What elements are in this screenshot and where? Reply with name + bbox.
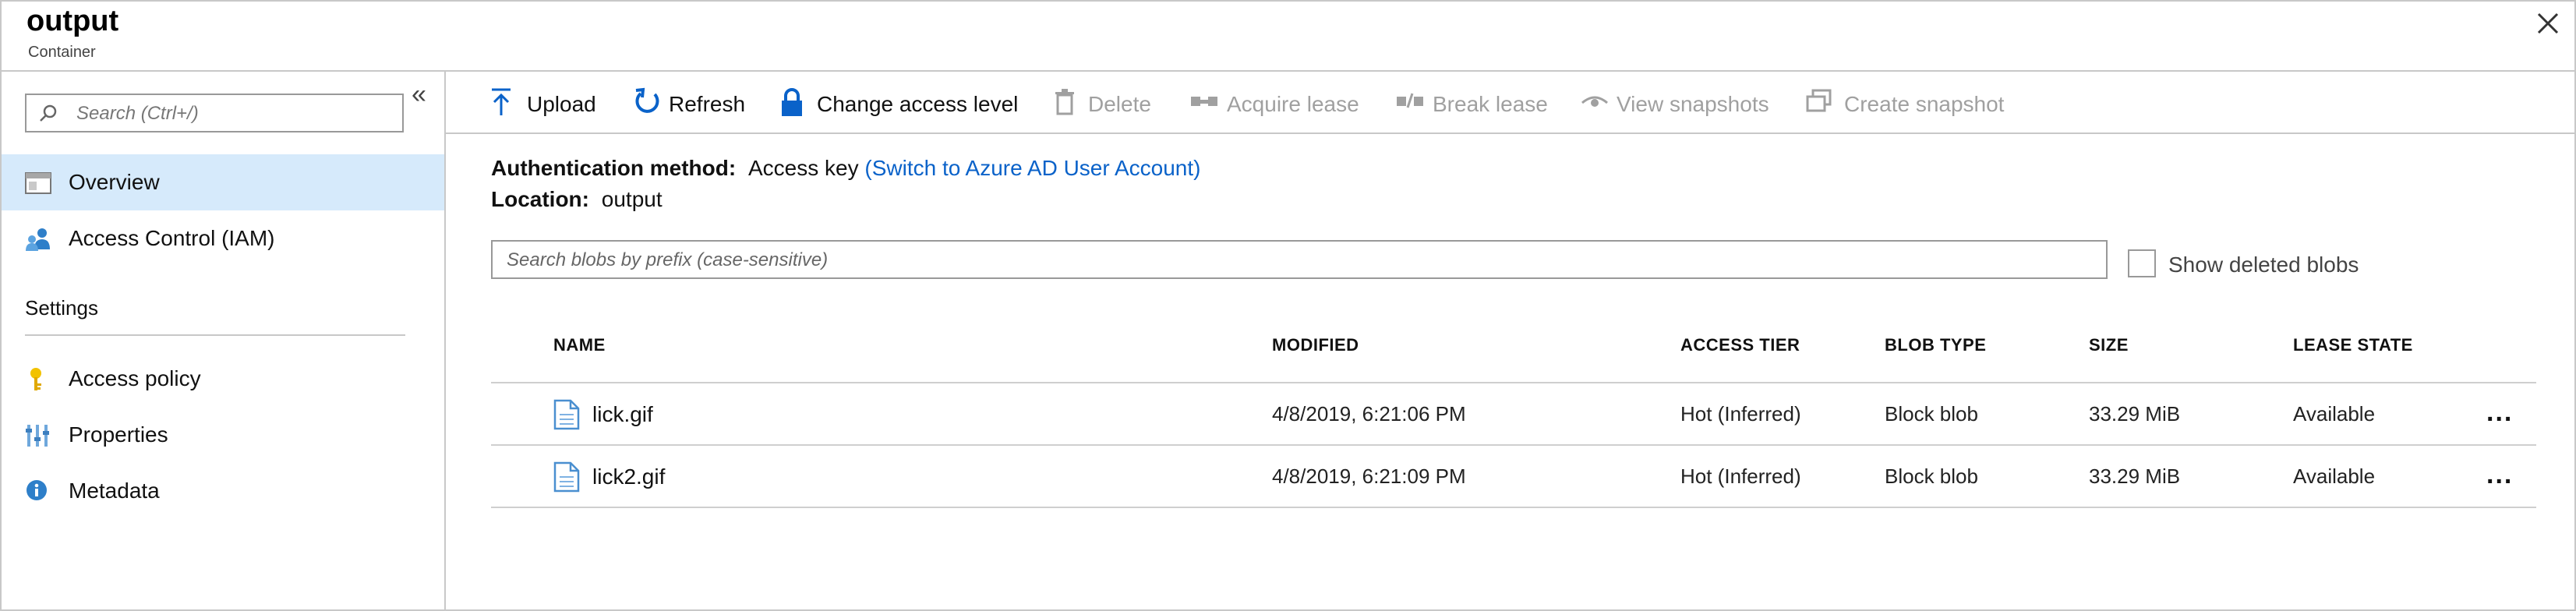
search-placeholder: Search (Ctrl+/): [76, 103, 199, 124]
trash-icon: [1055, 89, 1074, 115]
blob-modified: 4/8/2019, 6:21:06 PM: [1272, 402, 1466, 426]
column-header-access-tier[interactable]: ACCESS TIER: [1680, 335, 1800, 355]
blade-header: output Container: [2, 2, 2574, 72]
sidebar-item-label: Overview: [69, 170, 160, 194]
page-subtitle: Container: [28, 44, 96, 61]
upload-button[interactable]: Upload: [489, 86, 614, 120]
blob-size: 33.29 MiB: [2089, 464, 2181, 488]
file-icon: [553, 399, 580, 430]
blob-access-tier: Hot (Inferred): [1680, 464, 1801, 488]
sidebar-item-access-policy[interactable]: Access policy: [2, 351, 444, 407]
section-divider: [25, 334, 405, 336]
properties-icon: [25, 422, 51, 449]
eye-icon: [1581, 96, 1608, 107]
switch-auth-link[interactable]: (Switch to Azure AD User Account): [864, 156, 1200, 180]
auth-method-label: Authentication method:: [491, 156, 737, 180]
sidebar-item-label: Access policy: [69, 366, 201, 390]
delete-button[interactable]: Delete: [1054, 86, 1171, 120]
toolbar: Upload Refresh Change access level Delet…: [446, 72, 2574, 134]
column-header-size[interactable]: SIZE: [2089, 335, 2129, 355]
sidebar-item-metadata[interactable]: Metadata: [2, 463, 444, 519]
table-divider: [491, 444, 2536, 446]
blob-lease-state: Available: [2293, 402, 2376, 426]
search-icon: [37, 103, 59, 125]
column-header-blob-type[interactable]: BLOB TYPE: [1885, 335, 1986, 355]
sidebar: Search (Ctrl+/) « Overview Access Contro…: [2, 72, 446, 609]
page-title: output: [27, 5, 119, 37]
key-icon: [25, 366, 51, 393]
close-icon[interactable]: [2532, 8, 2564, 39]
overview-icon: [25, 170, 51, 196]
table-divider: [491, 382, 2536, 383]
row-more-options[interactable]: ...: [2486, 397, 2513, 428]
blob-type: Block blob: [1885, 402, 1978, 426]
show-deleted-label: Show deleted blobs: [2168, 253, 2359, 277]
settings-section-title: Settings: [25, 296, 98, 320]
column-header-modified[interactable]: MODIFIED: [1272, 335, 1359, 355]
row-more-options[interactable]: ...: [2486, 460, 2513, 490]
column-header-name[interactable]: NAME: [553, 335, 606, 355]
sidebar-item-overview[interactable]: Overview: [2, 154, 444, 210]
sidebar-item-label: Metadata: [69, 479, 160, 503]
location-row: Location: output: [491, 187, 663, 212]
blob-search-input[interactable]: Search blobs by prefix (case-sensitive): [491, 240, 2108, 279]
refresh-button[interactable]: Refresh: [633, 86, 758, 120]
change-access-level-button[interactable]: Change access level: [779, 86, 1018, 120]
blob-name-link[interactable]: lick2.gif: [592, 464, 665, 489]
sidebar-item-properties[interactable]: Properties: [2, 407, 444, 463]
show-deleted-checkbox[interactable]: [2128, 249, 2156, 277]
sidebar-item-label: Access Control (IAM): [69, 226, 275, 250]
blob-size: 33.29 MiB: [2089, 402, 2181, 426]
lock-icon: [782, 88, 802, 116]
column-header-lease-state[interactable]: LEASE STATE: [2293, 335, 2413, 355]
blob-search-placeholder: Search blobs by prefix (case-sensitive): [507, 249, 829, 270]
view-snapshots-button[interactable]: View snapshots: [1581, 86, 1783, 120]
sidebar-item-access-control[interactable]: Access Control (IAM): [2, 210, 444, 267]
info-icon: [25, 479, 51, 505]
blob-name-link[interactable]: lick.gif: [592, 402, 653, 427]
create-snapshot-button[interactable]: Create snapshot: [1805, 86, 2031, 120]
blob-lease-state: Available: [2293, 464, 2376, 488]
main-content: Upload Refresh Change access level Delet…: [446, 72, 2574, 609]
sidebar-search-input[interactable]: Search (Ctrl+/): [25, 94, 404, 132]
collapse-sidebar-icon[interactable]: «: [412, 79, 426, 110]
blob-type: Block blob: [1885, 464, 1978, 488]
upload-icon: [492, 88, 511, 115]
sidebar-item-label: Properties: [69, 422, 168, 447]
table-divider: [491, 507, 2536, 508]
acquire-lease-icon: [1191, 97, 1217, 106]
file-icon: [553, 461, 580, 493]
users-icon: [25, 226, 51, 253]
refresh-icon: [635, 87, 659, 113]
break-lease-button[interactable]: Break lease: [1395, 86, 1559, 120]
acquire-lease-button[interactable]: Acquire lease: [1189, 86, 1369, 120]
blob-access-tier: Hot (Inferred): [1680, 402, 1801, 426]
location-value: output: [601, 187, 663, 211]
auth-method-row: Authentication method: Access key (Switc…: [491, 156, 1200, 181]
location-label: Location:: [491, 187, 589, 211]
auth-method-value: Access key: [747, 156, 859, 180]
create-snapshot-icon: [1806, 89, 1832, 112]
break-lease-icon: [1397, 93, 1423, 108]
blob-modified: 4/8/2019, 6:21:09 PM: [1272, 464, 1466, 488]
